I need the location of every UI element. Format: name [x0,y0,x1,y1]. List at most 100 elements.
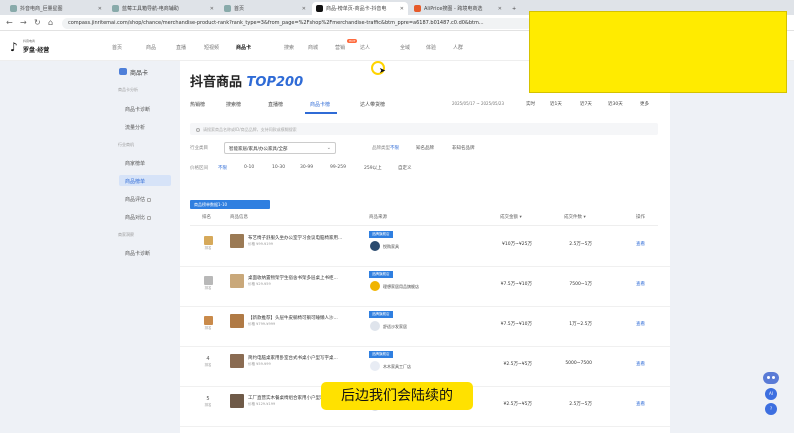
sidebar-item-diagnosis[interactable]: 商品卡诊断 [119,103,171,114]
shop-logo [370,241,380,251]
tab-live[interactable]: 直播榜 [268,101,283,108]
favicon-icon [10,5,17,12]
close-icon[interactable]: ✕ [210,6,214,12]
gmv-value: 2.5万~5万 [569,402,592,407]
tab-hot[interactable]: 热销榜 [190,101,205,108]
assistant-widget[interactable]: AI ? [761,372,781,418]
shop-name[interactable]: 舒适沙发家居 [383,324,407,330]
period-more[interactable]: 更多 [640,101,649,107]
product-name[interactable]: 桌面收纳置物架学生宿舍书架多层桌上书柜... [248,275,366,281]
price-option[interactable]: 259以上 [364,165,382,171]
robot-icon [763,372,779,384]
sidebar-item-product-rank[interactable]: 商品榜单 [119,175,171,186]
table-row: 排名 桌面收纳置物架学生宿舍书架多层桌上书柜... 价格 ¥29-¥59 品牌旗… [180,267,670,307]
nav-product-card[interactable]: 商品卡 [236,44,251,51]
view-link[interactable]: 查看 [636,401,645,407]
forward-icon[interactable]: → [20,18,27,27]
price-option[interactable]: 99-259 [330,165,346,170]
period-realtime[interactable]: 实时 [526,101,535,107]
tab-product-card[interactable]: 商品卡榜 [310,101,330,108]
brand-option-known[interactable]: 知名品牌 [416,145,434,151]
close-icon[interactable]: ✕ [302,6,306,12]
help-icon[interactable]: ? [765,403,777,415]
price-option-custom[interactable]: 自定义 [398,165,412,171]
product-name[interactable]: 【新款推荐】头层牛皮躺椅可躺可睡懒人沙... [248,315,366,321]
sidebar-item-traffic[interactable]: 流量分析 [119,121,171,132]
browser-tab[interactable]: 蓝莓工具箱导航-电商辅助 ✕ [108,2,218,15]
product-price: 价格 ¥29-¥59 [248,282,271,286]
nav-mall[interactable]: 商城 [308,44,318,51]
sidebar-item-product-eval[interactable]: 商品评估 [119,193,171,204]
view-link[interactable]: 查看 [636,281,645,287]
nav-experience[interactable]: 体验 [426,44,436,51]
product-price: 价格 ¥129-¥199 [248,402,276,406]
period-30d[interactable]: 近30天 [608,101,623,107]
col-gmv[interactable]: 成交件数 ▾ [564,214,586,220]
brand-option-all[interactable]: 不限 [390,145,399,151]
close-icon[interactable]: ✕ [400,6,404,12]
nav-omni[interactable]: 全域 [400,44,410,51]
tab-influencer[interactable]: 达人带货榜 [360,101,385,108]
sidebar-item-insight-diagnosis[interactable]: 商品卡诊断 [119,247,171,258]
product-name[interactable]: 简约电脑桌家用卧室台式书桌小户型写字桌... [248,355,366,361]
nav-product[interactable]: 商品 [146,44,156,51]
industry-select[interactable]: 智能家居/家具/办公家具/全部 ⌄ [224,142,336,154]
logo[interactable]: ♪ 抖音电商 罗盘·经营 [10,38,50,56]
url-field[interactable]: compass.jinritemai.com/shop/chance/merch… [62,18,532,29]
nav-influencer[interactable]: 达人 [360,44,370,51]
tab-search[interactable]: 搜索榜 [226,101,241,108]
nav-video[interactable]: 短视频 [204,44,219,51]
product-thumbnail[interactable] [230,394,244,408]
period-1d[interactable]: 近1天 [550,101,562,107]
sales-value: ¥2.5万~¥5万 [503,402,532,407]
close-icon[interactable]: ✕ [98,6,102,12]
back-icon[interactable]: ← [6,18,13,27]
home-icon[interactable]: ⌂ [48,18,53,27]
nav-live[interactable]: 直播 [176,44,186,51]
product-thumbnail[interactable] [230,234,244,248]
browser-tab[interactable]: 抖音电商_巨量星图 ✕ [6,2,106,15]
browser-tab[interactable]: 首页 ✕ [220,2,310,15]
close-icon[interactable]: ✕ [498,6,502,12]
divider [190,225,658,226]
product-thumbnail[interactable] [230,354,244,368]
shop-name[interactable]: 悦购家具 [383,244,399,250]
product-price: 价格 ¥799-¥999 [248,322,276,326]
view-link[interactable]: 查看 [636,241,645,247]
favicon-icon [112,5,119,12]
shop-logo [370,281,380,291]
product-name[interactable]: 布艺椅子舒服久坐办公室学习会议电脑椅家用... [248,235,366,241]
reload-icon[interactable]: ↻ [34,18,41,27]
view-link[interactable]: 查看 [636,361,645,367]
price-option-all[interactable]: 不限 [218,165,227,171]
sidebar-item-shop-rank[interactable]: 商家榜单 [119,157,171,168]
shop-chip: 品牌旗舰店 [369,351,393,358]
nav-home[interactable]: 首页 [112,44,122,51]
price-option[interactable]: 10-30 [272,165,285,170]
nav-audience[interactable]: 人群 [453,44,463,51]
brand-option-unknown[interactable]: 非知名品牌 [452,145,475,151]
col-action: 操作 [636,215,645,220]
sales-value: ¥10万~¥25万 [502,242,532,247]
period-7d[interactable]: 近7天 [580,101,592,107]
price-option[interactable]: 0-10 [244,165,254,170]
rank-cell: 排名 [202,276,214,291]
shop-name[interactable]: 木木家具工厂店 [383,364,411,370]
product-thumbnail[interactable] [230,274,244,288]
product-thumbnail[interactable] [230,314,244,328]
col-sales[interactable]: 成交金额 ▾ [500,214,522,220]
date-range[interactable]: 2025/05/17 ~ 2025/05/23 [452,101,504,106]
export-button[interactable]: 商品榜单数据1-10 [190,200,270,209]
sidebar-item-product-compare[interactable]: 商品对比 [119,211,171,222]
shop-name[interactable]: 理想家居用品旗舰店 [383,284,419,290]
gmv-value: 1万~2.5万 [569,322,592,327]
new-tab-button[interactable]: + [508,2,520,15]
search-input[interactable]: 请搜索商品名称或ID/商品品牌，支持同款或模糊搜索 [190,123,658,135]
nav-search[interactable]: 搜索 [284,44,294,51]
browser-tab[interactable]: AliPrice搜图 - 跨境电商选 ✕ [410,2,506,15]
price-option[interactable]: 30-99 [300,165,313,170]
view-link[interactable]: 查看 [636,321,645,327]
ai-icon[interactable]: AI [765,388,777,400]
nav-marketing[interactable]: 营销 [335,44,345,51]
browser-tab-active[interactable]: 商品-榜单页-商品卡-抖音电 ✕ [312,2,408,15]
